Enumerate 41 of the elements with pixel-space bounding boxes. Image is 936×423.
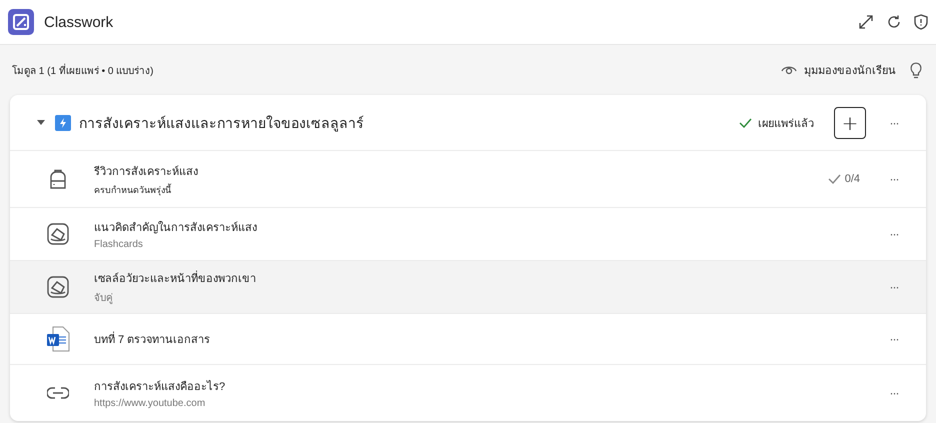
expand-icon[interactable] xyxy=(858,14,874,30)
cards-icon xyxy=(47,276,69,298)
item-title: แนวคิดสำคัญในการสังเคราะห์แสง xyxy=(94,220,258,236)
checkmark-icon xyxy=(739,118,752,128)
item-subtitle: Flashcards xyxy=(94,239,144,250)
list-row[interactable]: การสังเคราะห์แสงคืออะไร? https://www.youtube.com ··· xyxy=(10,365,926,421)
link-icon xyxy=(47,387,69,399)
item-subtitle: จับคู่ xyxy=(94,292,114,305)
list-row[interactable]: รีวิวการสังเคราะห์แสง ครบกำหนดวันพรุ่งนี้ 0/4 ··· xyxy=(10,151,926,208)
app-title: Classwork xyxy=(44,14,114,30)
item-subtitle: https://www.youtube.com xyxy=(94,398,206,409)
refresh-icon[interactable] xyxy=(886,14,902,30)
more-options-button[interactable]: ··· xyxy=(886,280,902,294)
module-summary: โมดูล 1 (1 ที่เผยแพร่ • 0 แบบร่าง) xyxy=(12,62,155,78)
more-options-button[interactable]: ··· xyxy=(886,386,902,400)
shield-icon[interactable] xyxy=(914,14,928,30)
list-row[interactable]: บทที่ 7 ตรวจทานเอกสาร ··· xyxy=(10,314,926,365)
item-title: การสังเคราะห์แสงคืออะไร? xyxy=(94,379,226,395)
submission-count: 0/4 xyxy=(844,173,860,185)
more-options-button[interactable]: ··· xyxy=(886,227,902,241)
more-options-button[interactable]: ··· xyxy=(886,332,902,346)
published-status: เผยแพร่แล้ว xyxy=(758,116,814,132)
word-document-icon xyxy=(46,326,70,352)
lightbulb-icon[interactable] xyxy=(910,62,922,78)
cards-icon xyxy=(47,223,69,245)
module-title: การสังเคราะห์แสงและการหายใจของเซลลูลาร์ xyxy=(79,114,365,134)
item-subtitle: ครบกำหนดวันพรุ่งนี้ xyxy=(94,182,172,196)
more-options-button[interactable]: ··· xyxy=(886,172,902,186)
add-button[interactable]: + xyxy=(834,106,866,138)
app-logo-icon xyxy=(8,9,34,35)
item-title: บทที่ 7 ตรวจทานเอกสาร xyxy=(94,330,886,348)
checkmark-icon xyxy=(828,174,841,184)
item-title: เซลล์อวัยวะและหน้าที่ของพวกเขา xyxy=(94,269,886,287)
lightning-icon xyxy=(55,114,71,130)
student-view-button[interactable]: มุมมองของนักเรียน xyxy=(781,61,896,79)
caret-icon[interactable] xyxy=(37,120,45,126)
more-options-button[interactable]: ··· xyxy=(886,116,902,130)
backpack-icon xyxy=(48,168,68,190)
list-row[interactable]: เซลล์อวัยวะและหน้าที่ของพวกเขา จับคู่ ··· xyxy=(10,261,926,314)
eye-icon xyxy=(781,64,797,76)
item-title: รีวิวการสังเคราะห์แสง xyxy=(94,164,199,180)
